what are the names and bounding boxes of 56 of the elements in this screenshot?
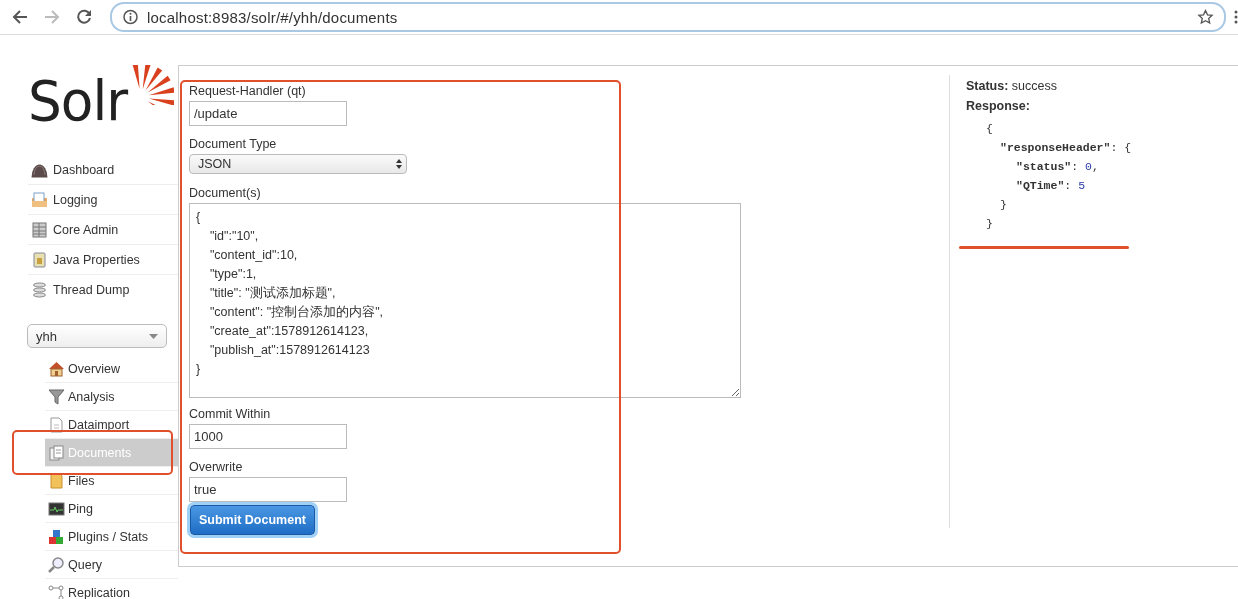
logo-text: Solr (28, 73, 128, 129)
handler-input[interactable]: /update (189, 101, 347, 126)
json-line: "responseHeader": { (1000, 140, 1132, 156)
commit-input[interactable]: 1000 (189, 424, 347, 449)
nodes-icon (48, 584, 65, 599)
submit-button[interactable]: Submit Document (190, 505, 315, 535)
updown-icon (396, 159, 402, 169)
blocks-icon (48, 528, 65, 545)
nav-link[interactable]: Logging (53, 192, 98, 207)
nav-link[interactable]: Replication (68, 585, 130, 599)
search-icon (48, 556, 65, 573)
tray-icon (31, 191, 48, 208)
funnel-icon (48, 388, 65, 405)
json-line: } (1000, 197, 1008, 213)
url-text: localhost:8983/solr/#/yhh/documents (147, 8, 398, 26)
type-dropdown[interactable]: JSON (189, 154, 407, 174)
json-line: } (986, 216, 994, 232)
page-icon (48, 416, 65, 433)
nav-link[interactable]: Core Admin (53, 222, 119, 237)
reload-icon[interactable] (74, 7, 94, 27)
field-label: Commit Within (189, 407, 271, 421)
monitor-icon (48, 500, 65, 517)
field-label: Overwrite (189, 460, 243, 474)
document-textarea[interactable]: { "id":"10", "content_id":10, "type":1, "title": "测试添加标题", "content": "控制台添加的内容", "create_at":1578912614123, "publish_at":1578912614123 } (189, 203, 741, 398)
star-icon[interactable] (1197, 9, 1214, 25)
nav-link[interactable]: Query (68, 557, 103, 572)
server-icon (31, 221, 48, 238)
caret-icon (149, 333, 158, 339)
sunburst-icon (132, 65, 175, 105)
nav-link[interactable]: Dashboard (53, 162, 115, 177)
nav-link[interactable]: Analysis (68, 389, 115, 404)
json-line: "QTime": 5 (1016, 178, 1087, 194)
nav-link[interactable]: Files (68, 473, 95, 488)
nav-link[interactable]: Ping (68, 501, 94, 516)
nav-link[interactable]: Dataimport (68, 417, 130, 432)
field-label: Document Type (189, 137, 277, 151)
address-bar[interactable]: localhost:8983/solr/#/yhh/documents (110, 2, 1226, 32)
field-label: Document(s) (189, 186, 261, 200)
overwrite-input[interactable]: true (189, 477, 347, 502)
jar-icon (31, 251, 48, 268)
json-line: { (986, 121, 994, 137)
house-icon (48, 360, 65, 377)
status-text: Status: success (966, 79, 1058, 93)
response-label: Response: (966, 99, 1031, 113)
json-line: "status": 0, (1016, 159, 1100, 175)
info-icon (122, 9, 139, 25)
core-selector[interactable]: yhh (27, 324, 167, 348)
folder-icon (48, 472, 65, 489)
stack-icon (31, 281, 48, 298)
field-label: Request-Handler (qt) (189, 84, 306, 98)
nav-link[interactable]: Overview (68, 361, 121, 376)
nav-link[interactable]: Plugins / Stats (68, 529, 148, 544)
nav-link[interactable]: Java Properties (53, 252, 140, 267)
documents-icon (48, 444, 65, 461)
menu-icon[interactable] (1234, 10, 1238, 24)
nav-link[interactable]: Thread Dump (53, 282, 130, 297)
